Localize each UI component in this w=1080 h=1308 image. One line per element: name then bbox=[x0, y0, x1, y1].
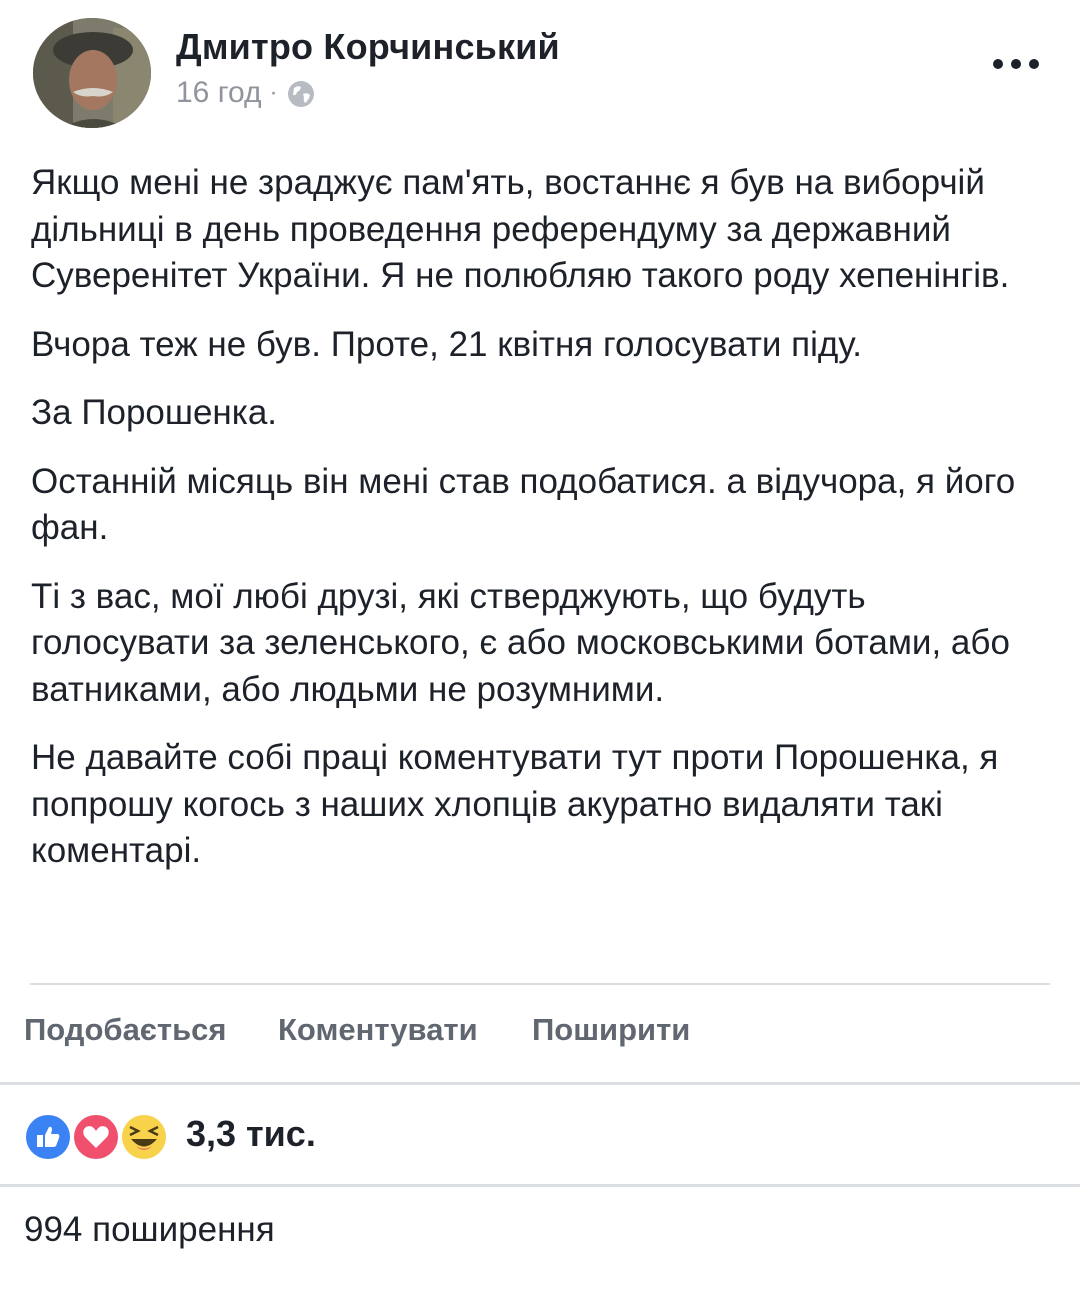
love-icon bbox=[71, 1112, 121, 1162]
author-name[interactable]: Дмитро Корчинський bbox=[176, 26, 560, 68]
globe-icon bbox=[286, 79, 316, 109]
post-time[interactable]: 16 год bbox=[176, 76, 262, 110]
avatar[interactable] bbox=[33, 18, 151, 128]
post-body: Якщо мені не зраджує пам'ять, востаннє я… bbox=[31, 160, 1051, 897]
reaction-icons[interactable] bbox=[22, 1110, 172, 1164]
post-meta: 16 год · bbox=[176, 76, 316, 110]
more-dots-icon bbox=[993, 59, 1039, 69]
divider bbox=[0, 1184, 1080, 1187]
divider bbox=[0, 1082, 1080, 1085]
post-header: Дмитро Корчинський 16 год · bbox=[0, 0, 1080, 140]
post-paragraph: Останній місяць він мені став подобатися… bbox=[31, 461, 1016, 548]
post-paragraph: За Порошенка. bbox=[31, 393, 278, 432]
like-icon bbox=[23, 1112, 73, 1162]
reaction-count[interactable]: 3,3 тис. bbox=[186, 1113, 316, 1155]
action-bar: Подобається Коментувати Поширити bbox=[0, 1000, 1080, 1066]
shares-count[interactable]: 994 поширення bbox=[24, 1210, 275, 1250]
meta-separator: · bbox=[269, 79, 278, 106]
divider bbox=[30, 983, 1050, 985]
post-paragraph: Ті з вас, мої любі друзі, які стверджуют… bbox=[31, 576, 1010, 709]
avatar-photo bbox=[33, 18, 151, 128]
reactions-summary: 3,3 тис. bbox=[0, 1100, 1080, 1170]
post-paragraph: Якщо мені не зраджує пам'ять, востаннє я… bbox=[31, 163, 1010, 295]
post-paragraph: Не давайте собі праці коментувати тут пр… bbox=[31, 738, 999, 870]
post-paragraph: Вчора теж не був. Проте, 21 квітня голос… bbox=[31, 324, 863, 364]
comment-button[interactable]: Коментувати bbox=[278, 1012, 478, 1048]
like-button[interactable]: Подобається bbox=[24, 1012, 227, 1048]
share-button[interactable]: Поширити bbox=[532, 1012, 690, 1048]
haha-icon bbox=[119, 1112, 169, 1162]
more-options-button[interactable] bbox=[984, 44, 1048, 84]
